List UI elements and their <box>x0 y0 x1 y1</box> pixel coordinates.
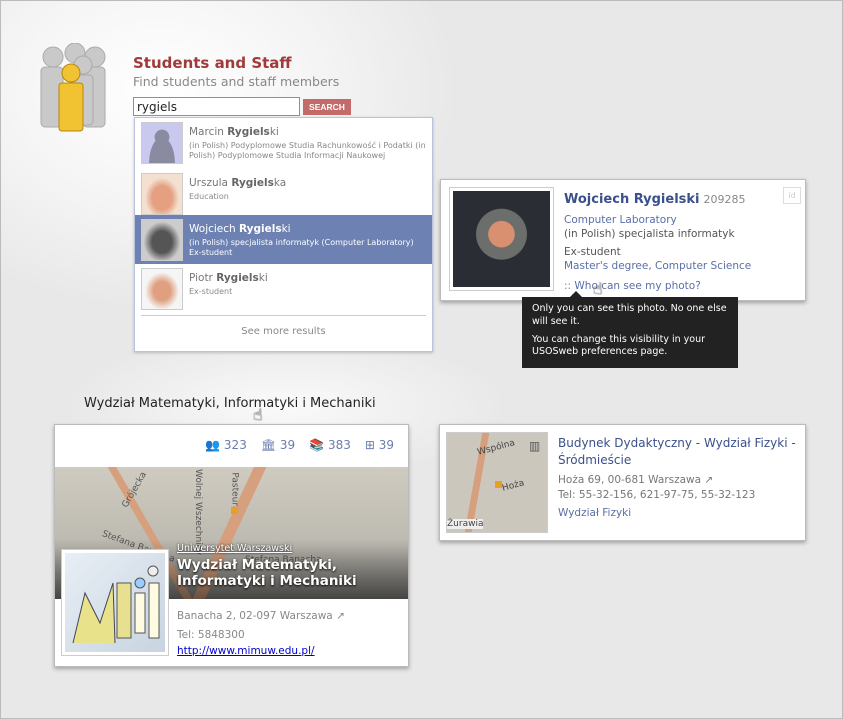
match: Rygiels <box>239 223 282 235</box>
name-rest: ki <box>258 272 268 284</box>
map-label: Pasteura <box>229 472 240 512</box>
map-label: Wspólna <box>476 438 517 458</box>
person-card: Wojciech Rygielski 209285 id Computer Lab… <box>440 179 806 301</box>
building-card: Wspólna Hoża Żurawia ▥ Budynek Dydaktycz… <box>439 424 806 541</box>
building-title-link[interactable]: Budynek Dydaktyczny - Wydział Fizyki - Ś… <box>558 435 798 469</box>
map-label: Żurawia <box>447 519 484 529</box>
search-input[interactable] <box>133 97 300 116</box>
hierarchy-icon[interactable]: ⊞ 39 <box>365 438 394 452</box>
stat-value: 39 <box>378 438 394 452</box>
map-marker-icon <box>495 481 502 488</box>
autocomplete-dropdown: Marcin Rygielski (in Polish) Podyplomowe… <box>134 117 433 352</box>
result-item[interactable]: Marcin Rygielski (in Polish) Podyplomowe… <box>135 118 432 169</box>
external-link-icon[interactable]: ↗ <box>336 610 345 622</box>
books-icon[interactable]: 📚 383 <box>309 438 351 452</box>
faculty-tel: Tel: 5848300 <box>177 629 245 641</box>
avatar <box>141 268 183 310</box>
result-desc: (in Polish) specjalista informatyk (Comp… <box>189 238 414 257</box>
first-name: Piotr <box>189 272 217 284</box>
person-name[interactable]: Wojciech Rygielski <box>564 192 700 207</box>
building-address: Hoża 69, 00-681 Warszawa <box>558 474 702 486</box>
first-name: Urszula <box>189 177 232 189</box>
page-title: Students and Staff <box>133 54 292 72</box>
match: Rygiels <box>216 272 259 284</box>
name-rest: ki <box>269 126 279 138</box>
external-link-icon[interactable]: ↗ <box>704 474 713 486</box>
university-link[interactable]: Uniwersytet Warszawski <box>177 543 292 554</box>
faculty-title: Wydział Matematyki, Informatyki i Mechan… <box>177 557 357 590</box>
result-item-selected[interactable]: Wojciech Rygielski (in Polish) specjalis… <box>135 215 432 264</box>
program-link[interactable]: Master's degree, Computer Science <box>564 259 751 273</box>
first-name: Marcin <box>189 126 228 138</box>
name-rest: ka <box>273 177 287 189</box>
see-more-results-link[interactable]: See more results <box>141 315 426 337</box>
institution-icon[interactable]: 🏛 39 <box>261 438 295 452</box>
status: Ex-student <box>564 246 621 258</box>
stat-value: 39 <box>279 438 296 452</box>
search-button[interactable]: SEARCH <box>303 99 351 115</box>
building-faculty-link[interactable]: Wydział Fizyki <box>558 506 755 521</box>
map-label: Hoża <box>501 478 526 494</box>
faculty-label[interactable]: Wydział Matematyki, Informatyki i Mechan… <box>84 396 376 411</box>
unit-link[interactable]: Computer Laboratory <box>564 213 751 227</box>
id-badge[interactable]: id <box>783 187 801 204</box>
faculty-address: Banacha 2, 02-097 Warszawa <box>177 610 333 622</box>
map-marker-icon <box>231 507 238 514</box>
faculty-logo <box>61 549 169 656</box>
building-map[interactable]: Wspólna Hoża Żurawia ▥ <box>446 432 548 533</box>
faculty-stats: 👥 323 🏛 39 📚 383 ⊞ 39 <box>205 438 394 452</box>
building-tel: Tel: 55-32-156, 621-97-75, 55-32-123 <box>558 489 756 501</box>
result-desc: (in Polish) Podyplomowe Studia Rachunkow… <box>189 141 426 160</box>
people-logo-icon <box>40 43 106 132</box>
name-rest: ki <box>281 223 291 235</box>
position: (in Polish) specjalista informatyk <box>564 228 735 240</box>
first-name: Wojciech <box>189 223 240 235</box>
hand-cursor-icon: ☝ <box>593 279 603 298</box>
faculty-card: 👥 323 🏛 39 📚 383 ⊞ 39 Grójecka Wolnej Ws… <box>54 424 409 667</box>
tooltip-line1: Only you can see this photo. No one else… <box>532 303 727 327</box>
people-icon[interactable]: 👥 323 <box>205 438 247 452</box>
match: Rygiels <box>227 126 270 138</box>
person-photo <box>449 187 554 291</box>
stat-value: 323 <box>223 438 247 452</box>
map-label: Grójecka <box>120 470 149 510</box>
result-item[interactable]: Piotr Rygielski Ex-student <box>135 264 432 312</box>
tooltip-line2: You can change this visibility in your U… <box>532 333 706 358</box>
avatar <box>141 219 183 261</box>
page-subtitle: Find students and staff members <box>133 74 340 89</box>
match: Rygiels <box>231 177 274 189</box>
stat-value: 383 <box>327 438 351 452</box>
result-desc: Ex-student <box>189 287 233 296</box>
photo-tooltip: Only you can see this photo. No one else… <box>522 297 738 368</box>
person-id: 209285 <box>703 193 746 206</box>
avatar <box>141 173 183 215</box>
result-desc: Education <box>189 192 229 201</box>
avatar <box>141 122 183 164</box>
hand-cursor-icon: ☝ <box>253 405 263 424</box>
result-item[interactable]: Urszula Rygielska Education <box>135 169 432 215</box>
building-icon: ▥ <box>529 439 541 453</box>
faculty-url-link[interactable]: http://www.mimuw.edu.pl/ <box>177 645 315 657</box>
